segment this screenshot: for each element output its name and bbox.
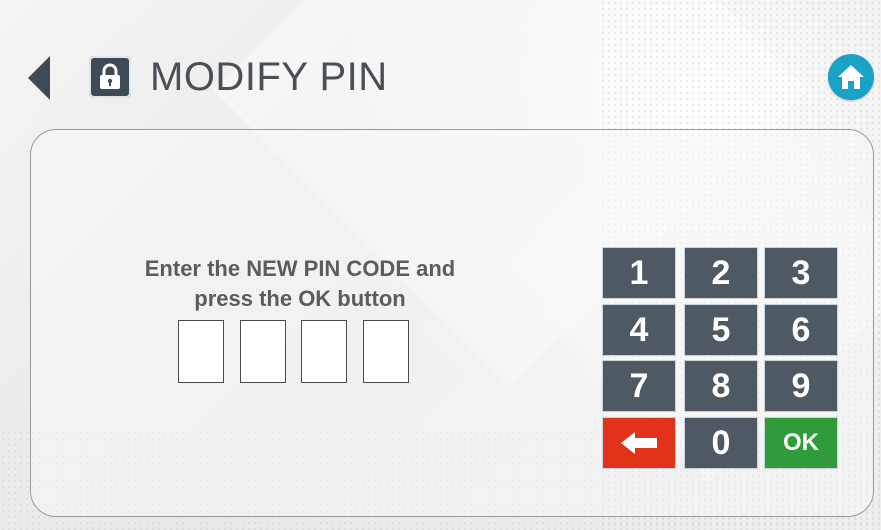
key-9[interactable]: 9 [764,360,838,412]
pin-digit-box-4 [363,320,409,383]
instruction-text: Enter the NEW PIN CODE and press the OK … [100,254,500,314]
home-icon [838,65,864,89]
key-5[interactable]: 5 [684,304,758,356]
home-button[interactable] [828,54,874,100]
instruction-line-2: press the OK button [194,286,406,311]
numeric-keypad: 1 2 3 4 5 6 7 8 9 0 OK [602,247,840,471]
key-6[interactable]: 6 [764,304,838,356]
backspace-arrow-icon [621,432,657,454]
pin-digit-box-1 [178,320,224,383]
key-3[interactable]: 3 [764,247,838,299]
key-7[interactable]: 7 [602,360,676,412]
ok-key[interactable]: OK [764,417,838,469]
key-8[interactable]: 8 [684,360,758,412]
key-1[interactable]: 1 [602,247,676,299]
key-0[interactable]: 0 [684,417,758,469]
back-button[interactable] [26,54,54,102]
lock-icon [89,56,131,98]
pin-digit-box-3 [301,320,347,383]
backspace-key[interactable] [602,417,676,469]
pin-digit-box-2 [240,320,286,383]
key-4[interactable]: 4 [602,304,676,356]
arrow-left-icon [28,56,50,100]
key-2[interactable]: 2 [684,247,758,299]
page-title: MODIFY PIN [150,55,388,99]
instruction-line-1: Enter the NEW PIN CODE and [144,256,456,281]
